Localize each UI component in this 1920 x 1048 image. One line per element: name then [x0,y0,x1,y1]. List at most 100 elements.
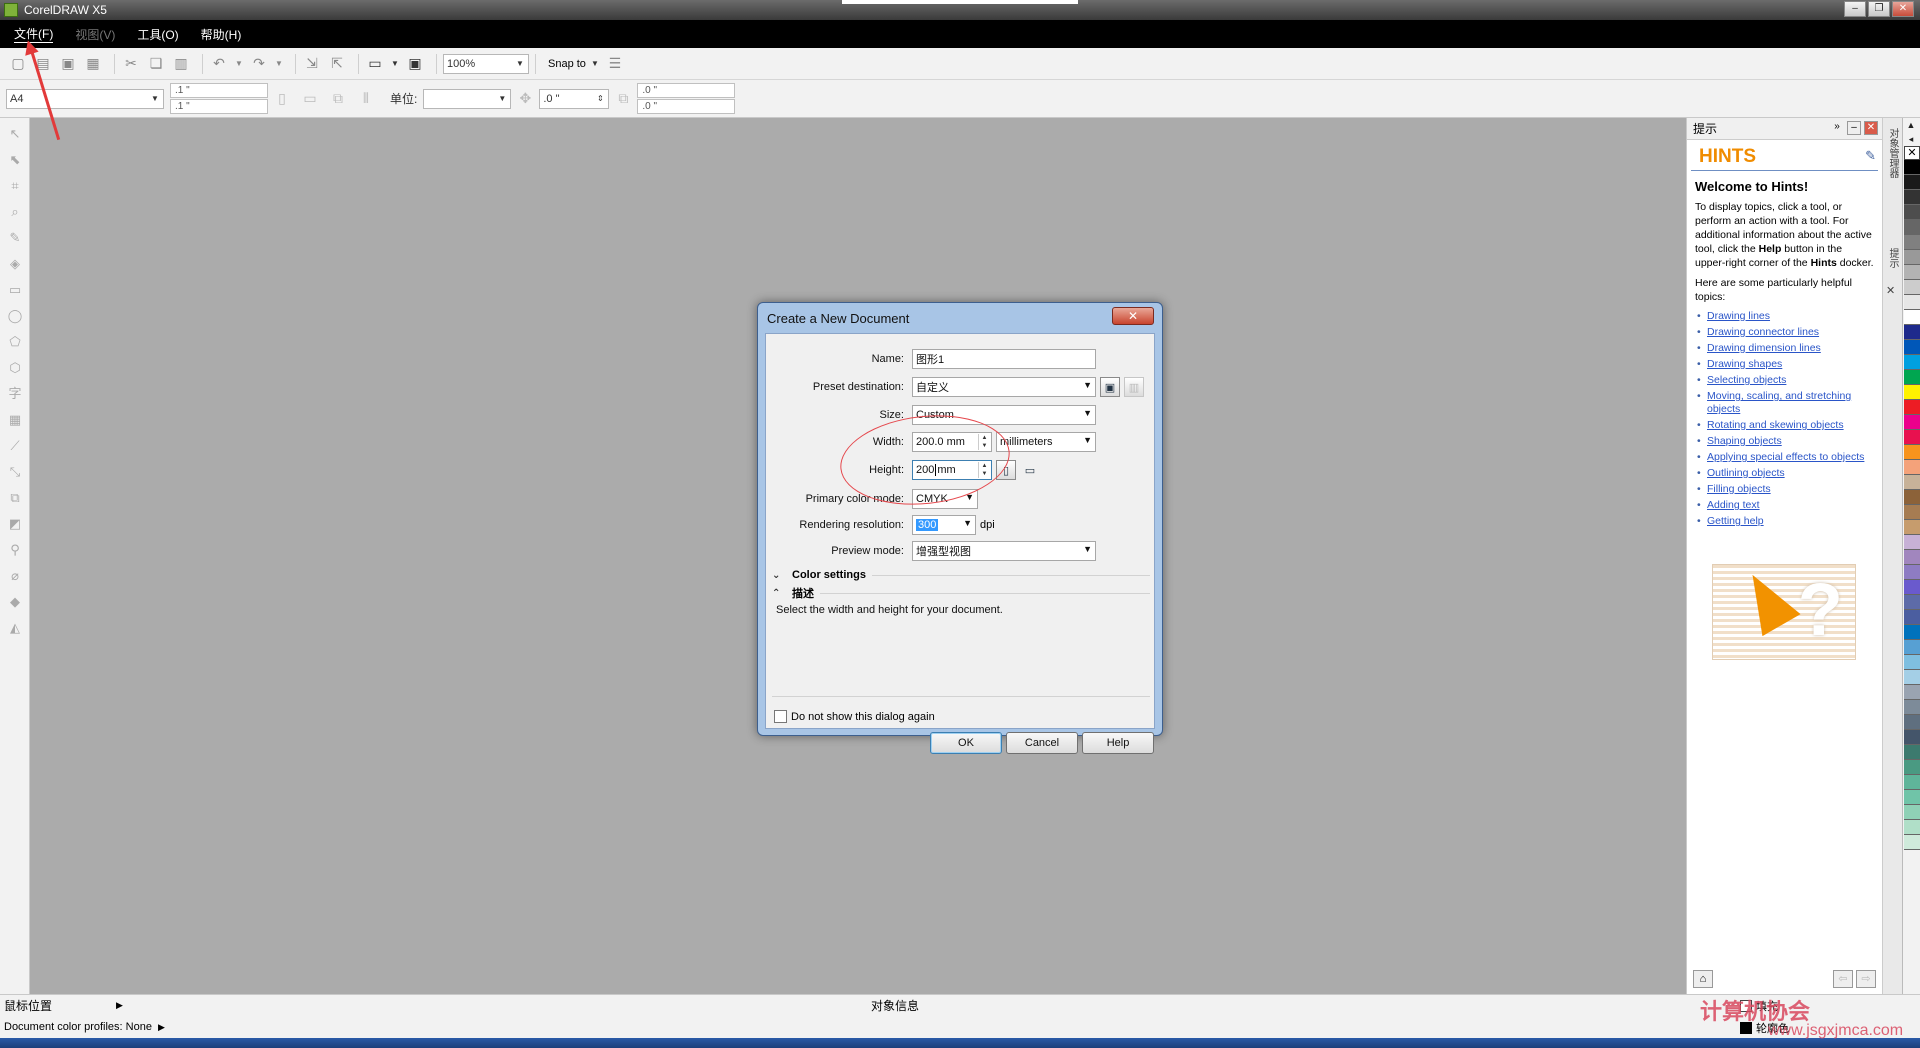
units-select[interactable]: millimeters ▼ [996,432,1096,452]
tab-hints[interactable]: 提示 [1886,248,1900,268]
import-icon[interactable]: ⇲ [302,54,322,74]
page-height-input[interactable]: .1 " [170,99,268,114]
color-swatch[interactable] [1904,475,1920,490]
color-swatch[interactable] [1904,610,1920,625]
redo-dropdown-icon[interactable]: ▼ [274,54,284,74]
color-swatch[interactable] [1904,820,1920,835]
duplicate-x-input[interactable]: .0 " [637,83,736,98]
snap-to-dropdown-icon[interactable]: ▼ [590,54,600,74]
color-swatch[interactable] [1904,505,1920,520]
color-swatch[interactable] [1904,370,1920,385]
save-icon[interactable]: ▣ [58,54,78,74]
options-icon[interactable]: ☰ [605,54,625,74]
color-swatch[interactable] [1904,745,1920,760]
close-window-button[interactable]: ✕ [1892,1,1914,17]
ok-button[interactable]: OK [930,732,1002,754]
preview-select[interactable]: 增强型视图 ▼ [912,541,1096,561]
text-tool-icon[interactable]: 字 [5,384,25,404]
topic-link[interactable]: Outlining objects [1707,467,1785,479]
color-swatch[interactable] [1904,250,1920,265]
application-launcher-icon[interactable]: ▭ [365,54,385,74]
zoom-level-combo[interactable]: 100% ▼ [443,53,529,74]
resolution-select[interactable]: 300 ▼ [912,515,976,535]
topic-link[interactable]: Rotating and skewing objects [1707,419,1844,431]
play-icon[interactable]: ▶ [116,1000,123,1011]
basic-shapes-tool-icon[interactable]: ⬡ [5,358,25,378]
all-pages-icon[interactable]: ⧉ [328,89,348,109]
color-swatch[interactable] [1904,220,1920,235]
eyedropper-tool-icon[interactable]: ⚲ [5,540,25,560]
color-swatch[interactable] [1904,415,1920,430]
cut-icon[interactable]: ✂ [121,54,141,74]
color-swatch[interactable] [1904,400,1920,415]
color-swatch[interactable] [1904,295,1920,310]
outline-pen-tool-icon[interactable]: ⌀ [5,566,25,586]
dont-show-checkbox[interactable] [774,710,787,723]
close-icon[interactable]: ✕ [1886,284,1900,297]
home-icon[interactable]: ⌂ [1693,970,1713,988]
dimension-tool-icon[interactable]: ⟋ [5,436,25,456]
color-swatch[interactable] [1904,595,1920,610]
color-swatch[interactable] [1904,550,1920,565]
units-combo[interactable]: ▼ [423,88,512,109]
launcher-dropdown-icon[interactable]: ▼ [390,54,400,74]
color-swatch[interactable] [1904,805,1920,820]
polygon-tool-icon[interactable]: ⬠ [5,332,25,352]
current-page-icon[interactable]: ⫴ [356,89,376,109]
duplicate-y-input[interactable]: .0 " [637,99,736,114]
color-swatch[interactable] [1904,775,1920,790]
docker-minimize-icon[interactable]: – [1847,121,1861,135]
cancel-button[interactable]: Cancel [1006,732,1078,754]
color-swatch[interactable] [1904,715,1920,730]
undo-dropdown-icon[interactable]: ▼ [234,54,244,74]
portrait-icon[interactable]: ▯ [272,89,292,109]
table-tool-icon[interactable]: ▦ [5,410,25,430]
color-swatch[interactable] [1904,700,1920,715]
welcome-screen-icon[interactable]: ▣ [405,54,425,74]
topic-link[interactable]: Drawing connector lines [1707,326,1819,338]
landscape-icon[interactable]: ▭ [300,89,320,109]
color-swatch[interactable] [1904,205,1920,220]
redo-icon[interactable]: ↷ [249,54,269,74]
paste-icon[interactable]: ▥ [171,54,191,74]
color-swatch[interactable] [1904,265,1920,280]
color-swatch[interactable] [1904,835,1920,850]
menu-help[interactable]: 帮助(H) [201,26,242,43]
page-width-input[interactable]: .1 " [170,83,268,98]
docker-close-icon[interactable]: ✕ [1864,121,1878,135]
print-icon[interactable]: ▦ [83,54,103,74]
interactive-fill-tool-icon[interactable]: ◭ [5,618,25,638]
docker-expand-icon[interactable]: » [1830,121,1844,135]
tab-object-manager[interactable]: 对象管理器 [1886,128,1900,178]
color-settings-section[interactable]: ⌄ Color settings [772,566,1150,584]
color-swatch[interactable] [1904,325,1920,340]
forward-icon[interactable]: ⇨ [1856,970,1876,988]
color-swatch[interactable] [1904,760,1920,775]
delete-preset-icon[interactable]: ▥ [1124,377,1144,397]
topic-link[interactable]: Shaping objects [1707,435,1782,447]
color-swatch[interactable] [1904,175,1920,190]
menu-view[interactable]: 视图(V) [75,26,115,43]
topic-link[interactable]: Getting help [1707,515,1764,527]
topic-link[interactable]: Adding text [1707,499,1760,511]
color-swatch[interactable] [1904,430,1920,445]
color-swatch[interactable] [1904,730,1920,745]
description-section[interactable]: ⌃ 描述 [772,584,1150,602]
name-input[interactable]: 图形1 [912,349,1096,369]
landscape-orientation-icon[interactable]: ▭ [1020,460,1040,480]
book-icon[interactable]: ✎ [1865,148,1876,164]
topic-link[interactable]: Drawing shapes [1707,358,1782,370]
connector-tool-icon[interactable]: ⤡ [5,462,25,482]
undo-icon[interactable]: ↶ [209,54,229,74]
pick-tool-icon[interactable]: ↖ [5,124,25,144]
color-swatch[interactable] [1904,310,1920,325]
color-swatch[interactable] [1904,790,1920,805]
no-color-swatch[interactable]: ✕ [1904,146,1920,160]
palette-flyout-icon[interactable]: ◂ [1903,132,1919,146]
topic-link[interactable]: Filling objects [1707,483,1771,495]
snap-to-menu[interactable]: Snap to [548,58,586,70]
topic-link[interactable]: Moving, scaling, and stretching objects [1707,390,1851,415]
color-swatch[interactable] [1904,460,1920,475]
color-swatch[interactable] [1904,580,1920,595]
palette-scroll-up-icon[interactable]: ▲ [1903,118,1919,132]
